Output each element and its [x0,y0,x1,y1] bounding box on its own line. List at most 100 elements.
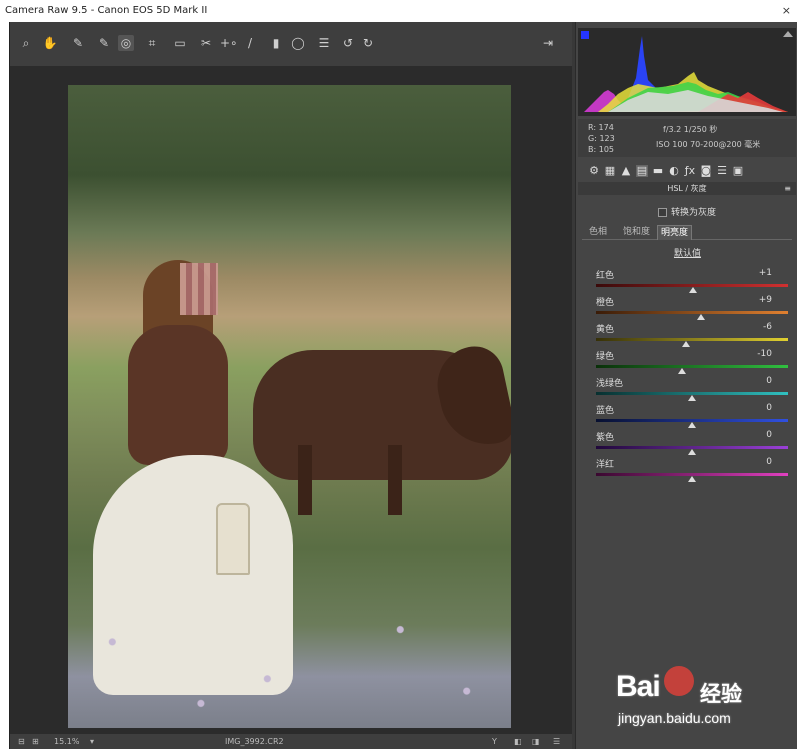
slider-label: 红色 [596,271,615,281]
slider-thumb[interactable] [696,314,705,320]
section-header: HSL / 灰度 ≡ [578,182,796,195]
blue-readout: B: 105 [588,145,614,154]
slider-track[interactable] [596,338,788,341]
checkbox-label: 转换为灰度 [671,208,717,218]
slider-label: 紫色 [596,433,615,443]
slider-thumb[interactable] [688,449,696,455]
adjustment-panel: R: 174 G: 123 B: 105 f/3.2 1/250 秒 ISO 1… [575,22,797,749]
convert-grayscale-checkbox[interactable]: 转换为灰度 [658,205,716,218]
preferences-icon[interactable]: ☰ [316,35,332,51]
slider-track[interactable] [596,311,788,314]
preview-settings-button[interactable]: ☰ [553,734,560,749]
slider-label: 浅绿色 [596,379,624,389]
slider-value[interactable]: 0 [742,430,772,440]
horse-leg [388,445,402,515]
checkbox-icon[interactable] [658,208,667,217]
iso-lens-info: ISO 100 70-200@200 毫米 [656,140,761,149]
hand-icon[interactable]: ✋ [42,35,58,51]
swap-settings-button[interactable]: ◨ [532,734,540,749]
camera-calibration-icon[interactable]: ◙ [700,165,712,177]
slider-thumb[interactable] [688,476,696,482]
export-icon[interactable]: ⇥ [540,35,556,51]
adjustment-brush-icon[interactable]: / [242,35,258,51]
spot-removal-icon[interactable]: ✂ [198,35,214,51]
exposure-info: f/3.2 1/250 秒 [663,125,718,134]
tab-hue[interactable]: 色相 [586,225,610,240]
target-adjust-icon[interactable]: ◎ [118,35,134,51]
tab-saturation[interactable]: 饱和度 [620,225,653,240]
close-icon[interactable]: × [782,0,791,22]
zoom-dropdown-icon[interactable]: ▾ [90,734,94,749]
slider-value[interactable]: -10 [742,349,772,359]
color-sampler-icon[interactable]: ✎ [96,35,112,51]
shadow-clipping-icon[interactable] [581,31,589,39]
highlight-clipping-icon[interactable] [783,31,793,37]
rgb-readout: R: 174 G: 123 B: 105 [588,122,615,155]
slider-value[interactable]: +9 [742,295,772,305]
tone-curve-icon[interactable]: ▦ [604,165,616,177]
slider-value[interactable]: -6 [742,322,772,332]
rotate-cw-icon[interactable]: ↻ [360,35,376,51]
slider-row: 浅绿色 0 [596,376,788,403]
panel-menu-icon[interactable]: ≡ [784,182,791,195]
slider-value[interactable]: 0 [742,457,772,467]
slider-label: 蓝色 [596,406,615,416]
slider-thumb[interactable] [688,395,696,401]
before-after-button[interactable]: ◧ [514,734,522,749]
red-eye-icon[interactable]: +∘ [220,35,238,51]
zoom-level[interactable]: 15.1% [54,734,79,749]
hsl-icon[interactable]: ▤ [636,165,648,177]
panel-tabs: ⚙ ▦ ▲ ▤ ▬ ◐ ƒx ◙ ☰ ▣ [578,162,796,180]
file-name: IMG_3992.CR2 [225,737,284,746]
graduated-filter-icon[interactable]: ▮ [268,35,284,51]
tab-luminance[interactable]: 明亮度 [657,225,693,240]
green-readout: G: 123 [588,134,615,143]
snapshots-icon[interactable]: ▣ [732,165,744,177]
image-canvas[interactable] [10,66,572,734]
slider-thumb[interactable] [682,341,691,347]
fx-icon[interactable]: ƒx [684,165,696,177]
window-titlebar: Camera Raw 9.5 - Canon EOS 5D Mark II × [0,0,797,22]
detail-icon[interactable]: ▲ [620,165,632,177]
slider-label: 黄色 [596,325,615,335]
white-balance-icon[interactable]: ✎ [70,35,86,51]
rotate-ccw-icon[interactable]: ↺ [340,35,356,51]
zoom-icon[interactable]: ⌕ [18,35,34,51]
slider-track[interactable] [596,365,788,368]
slider-row: 紫色 0 [596,430,788,457]
photo-preview[interactable] [68,85,511,728]
red-readout: R: 174 [588,123,614,132]
camera-raw-app: ⌕ ✋ ✎ ✎ ◎ ⌗ ▭ ✂ +∘ / ▮ ◯ ☰ ↺ ↻ ⇥ ⊟ ⊞ 15.1% ▾ IMG_3992.C… [9,22,797,749]
slider-row: 红色 +1 [596,268,788,295]
slider-label: 洋红 [596,460,615,470]
pixelated-face [180,263,218,315]
presets-icon[interactable]: ☰ [716,165,728,177]
flower-field [68,605,511,728]
watermark-sub: 经验 [700,682,742,706]
zoom-out-button[interactable]: ⊟ [18,734,25,749]
slider-row: 绿色 -10 [596,349,788,376]
slider-value[interactable]: 0 [742,403,772,413]
defaults-link[interactable]: 默认值 [576,246,797,259]
slider-thumb[interactable] [688,422,696,428]
watermark-brand: Bai [616,670,661,703]
hsl-subtabs: 色相 饱和度 明亮度 [582,225,792,240]
straighten-icon[interactable]: ▭ [172,35,188,51]
slider-label: 橙色 [596,298,615,308]
model-jacket [128,325,228,465]
lantern [216,503,250,575]
slider-value[interactable]: +1 [742,268,772,278]
basic-icon[interactable]: ⚙ [588,165,600,177]
zoom-in-button[interactable]: ⊞ [32,734,39,749]
radial-filter-icon[interactable]: ◯ [290,35,306,51]
split-toning-icon[interactable]: ▬ [652,165,664,177]
slider-thumb[interactable] [688,287,697,293]
slider-row: 黄色 -6 [596,322,788,349]
slider-thumb[interactable] [678,368,687,374]
view-toggle-button[interactable]: Y [492,734,497,749]
crop-icon[interactable]: ⌗ [144,35,160,51]
slider-value[interactable]: 0 [742,376,772,386]
lens-icon[interactable]: ◐ [668,165,680,177]
baidu-paw-logo [664,666,694,696]
histogram [578,28,796,116]
